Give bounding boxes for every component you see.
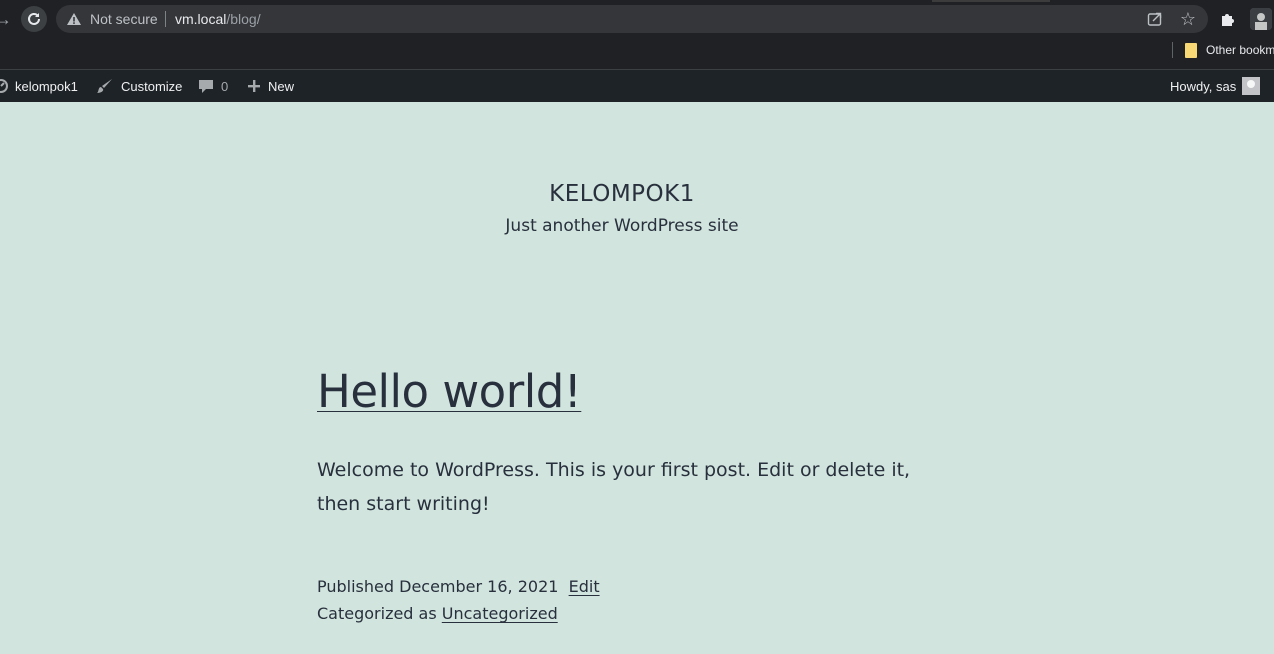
reload-icon <box>28 12 40 25</box>
post-meta: Published December 16, 2021 Edit Categor… <box>317 573 600 627</box>
published-prefix: Published <box>317 577 395 596</box>
categorized-prefix: Categorized as <box>317 604 437 623</box>
new-label: New <box>268 78 295 94</box>
site-title[interactable]: KELOMPOK1 <box>0 180 1244 208</box>
site-name-menu[interactable]: kelompok1 <box>0 70 78 102</box>
paintbrush-icon <box>97 79 112 93</box>
warning-icon <box>67 13 81 25</box>
forward-icon[interactable]: → <box>0 8 14 30</box>
browser-toolbar: → Not secure vm.local/blog/ ☆ Other book… <box>0 0 1274 70</box>
edit-link[interactable]: Edit <box>569 577 600 596</box>
folder-icon[interactable] <box>1185 43 1197 58</box>
category-link[interactable]: Uncategorized <box>442 604 558 623</box>
category-line: Categorized as Uncategorized <box>317 600 600 627</box>
extensions-icon[interactable] <box>1218 9 1238 29</box>
comments-count: 0 <box>221 78 229 94</box>
tab-strip-edge <box>932 0 1050 2</box>
post-title-link[interactable]: Hello world! <box>317 364 582 420</box>
bookmarks-divider <box>1172 42 1173 58</box>
plus-icon <box>248 80 260 92</box>
address-bar[interactable]: Not secure vm.local/blog/ ☆ <box>56 5 1208 33</box>
bookmark-star-icon[interactable]: ☆ <box>1178 9 1198 29</box>
my-account-menu[interactable]: Howdy, sas <box>1170 70 1261 102</box>
published-line: Published December 16, 2021 Edit <box>317 573 600 600</box>
url-text[interactable]: vm.local/blog/ <box>175 11 261 27</box>
site-name-label: kelompok1 <box>15 78 78 94</box>
profile-icon <box>1250 8 1272 30</box>
comment-icon <box>199 80 213 93</box>
url-host: vm.local <box>175 11 227 27</box>
share-icon[interactable] <box>1146 10 1164 28</box>
customize-label: Customize <box>121 78 183 94</box>
address-divider <box>165 11 166 27</box>
new-content-menu[interactable]: New <box>247 70 294 102</box>
url-path: /blog/ <box>226 11 261 27</box>
wp-admin-bar: kelompok1 Customize 0 New Howdy, sas <box>0 70 1274 102</box>
profile-avatar[interactable] <box>1250 8 1272 30</box>
published-date: December 16, 2021 <box>399 577 559 596</box>
site-description: Just another WordPress site <box>505 216 739 236</box>
comments-menu[interactable]: 0 <box>198 70 228 102</box>
post-content: Welcome to WordPress. This is your first… <box>317 459 911 515</box>
other-bookmarks[interactable]: Other bookm <box>1206 43 1274 58</box>
howdy-label: Howdy, sas <box>1170 78 1237 94</box>
user-avatar <box>1242 77 1261 95</box>
reload-button[interactable] <box>21 6 47 32</box>
security-status[interactable]: Not secure <box>90 11 158 27</box>
customize-menu[interactable]: Customize <box>96 70 182 102</box>
dashboard-icon <box>0 79 8 93</box>
